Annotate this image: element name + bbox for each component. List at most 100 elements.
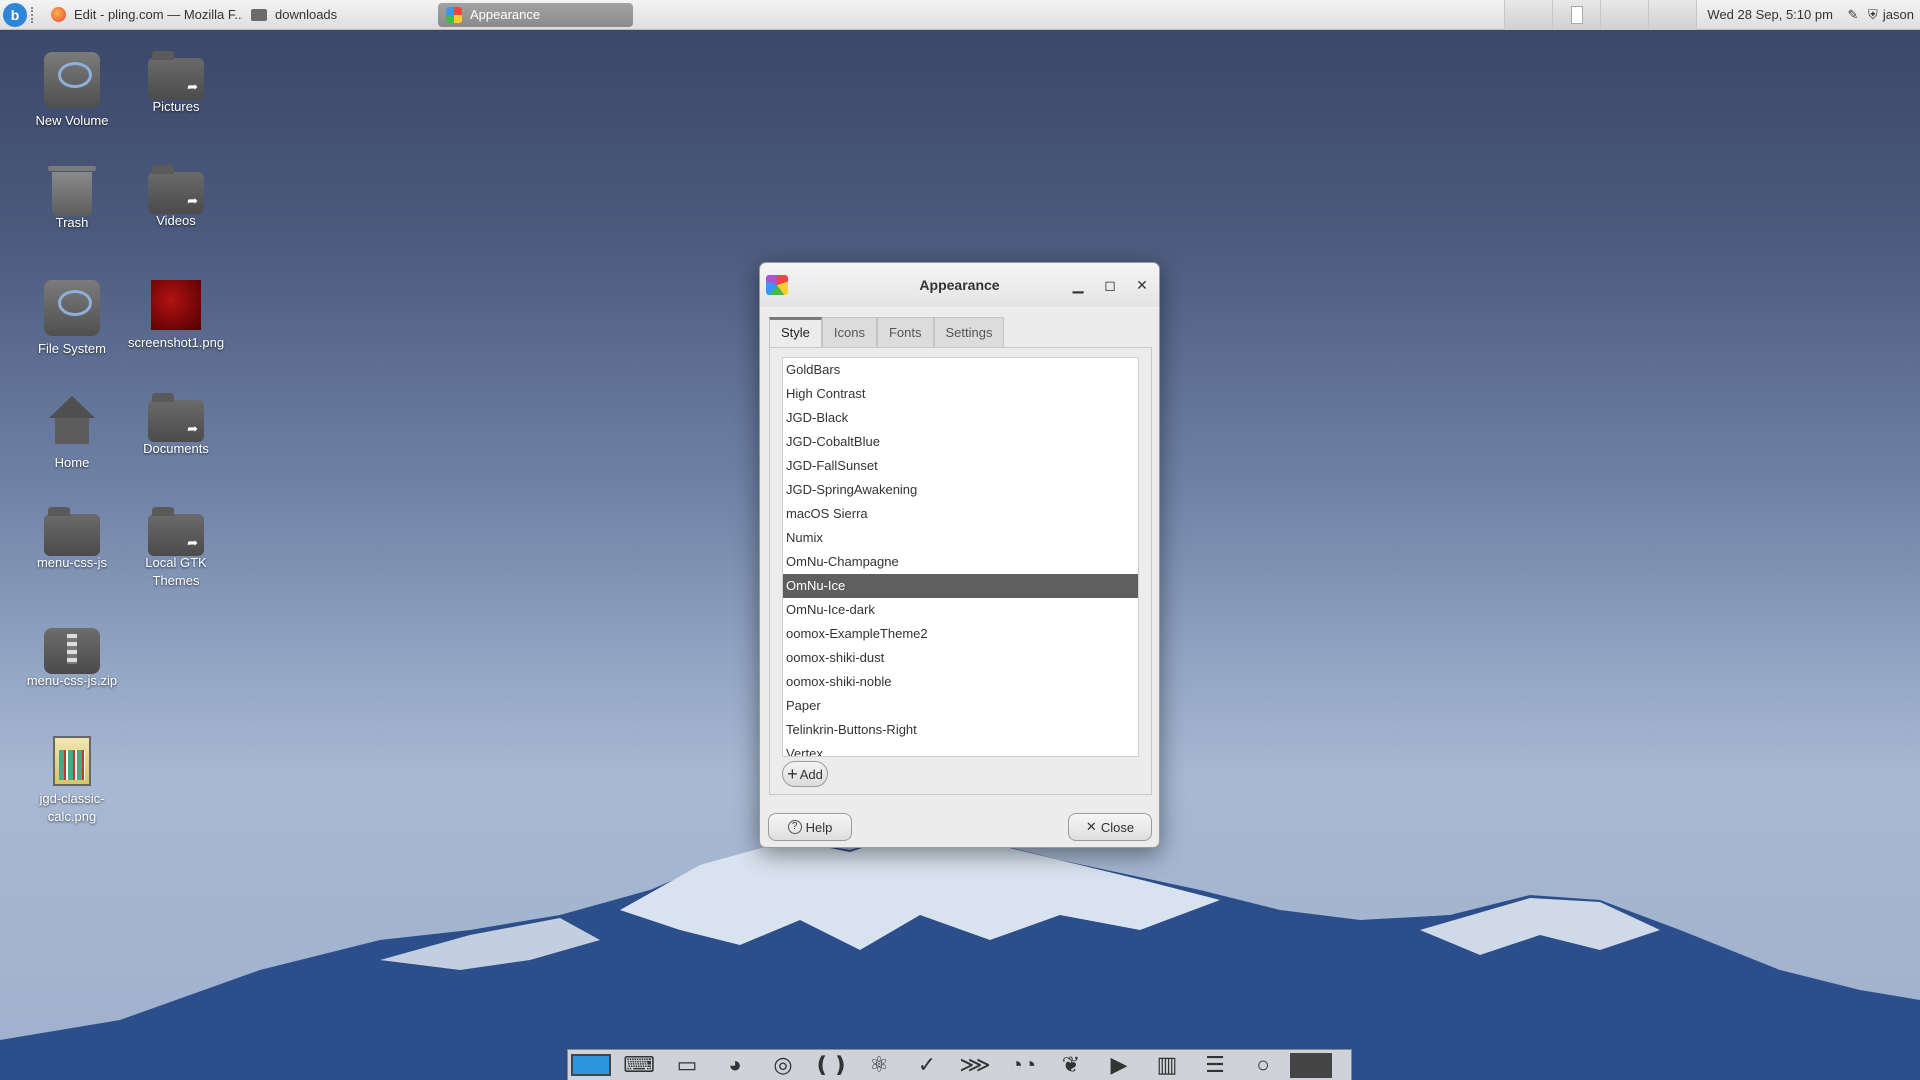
dialog-titlebar[interactable]: Appearance ▁ ◻ ✕: [760, 263, 1159, 307]
list-item[interactable]: JGD-FallSunset: [783, 454, 1138, 478]
desktop-icon-label: Videos: [156, 213, 196, 228]
trash-icon: [48, 166, 96, 216]
list-item[interactable]: GoldBars: [783, 358, 1138, 382]
list-item[interactable]: oomox-ExampleTheme2: [783, 622, 1138, 646]
tab-icons[interactable]: Icons: [821, 317, 877, 347]
archive-icon: [44, 628, 100, 674]
desktop-icon-videos[interactable]: ➦ Videos: [124, 165, 228, 230]
style-tab-panel: GoldBars High Contrast JGD-Black JGD-Cob…: [769, 347, 1152, 795]
desktop-icon-label: Trash: [55, 215, 89, 230]
desktop-icon-menu-css-js[interactable]: menu-css-js: [20, 507, 124, 572]
list-item[interactable]: oomox-shiki-dust: [783, 646, 1138, 670]
dock-eyes-icon[interactable]: ◔◔: [1002, 1052, 1044, 1079]
tab-fonts[interactable]: Fonts: [876, 317, 934, 347]
desktop-icon-local-gtk-themes[interactable]: ➦ Local GTK Themes: [124, 507, 228, 590]
clock[interactable]: Wed 28 Sep, 5:10 pm: [1696, 0, 1843, 30]
dock-screen-icon[interactable]: [1290, 1052, 1332, 1079]
dock-text-icon[interactable]: ☰: [1194, 1052, 1236, 1079]
list-item[interactable]: JGD-Black: [783, 406, 1138, 430]
list-item[interactable]: Numix: [783, 526, 1138, 550]
desktop-icon-menu-css-js-zip[interactable]: menu-css-js.zip: [20, 622, 124, 690]
close-label: Close: [1100, 819, 1135, 835]
list-item[interactable]: OmNu-Ice-dark: [783, 598, 1138, 622]
image-icon: [53, 736, 91, 786]
list-item[interactable]: JGD-SpringAwakening: [783, 478, 1138, 502]
panel-handle[interactable]: [31, 6, 37, 23]
dock-video-icon[interactable]: ▶: [1098, 1052, 1140, 1079]
folder-icon: [251, 8, 267, 21]
shield-icon[interactable]: ⛨: [1863, 7, 1883, 23]
list-item[interactable]: OmNu-Champagne: [783, 550, 1138, 574]
close-button[interactable]: ✕ Close: [1068, 813, 1152, 841]
add-theme-button[interactable]: + Add: [782, 761, 828, 787]
desktop-icon-screenshot1[interactable]: screenshot1.png: [124, 280, 228, 352]
dock-fish-icon[interactable]: ⋙: [954, 1052, 996, 1079]
desktop-icon-label: Pictures: [152, 99, 200, 114]
desktop-icon-pictures[interactable]: ➦ Pictures: [124, 51, 228, 116]
add-label: Add: [799, 766, 823, 782]
folder-link-icon: ➦: [148, 165, 204, 214]
tab-settings[interactable]: Settings: [933, 317, 1005, 347]
folder-icon: [44, 507, 100, 556]
taskbar-item-appearance[interactable]: Appearance: [438, 2, 633, 27]
wallpaper-mountain: [0, 825, 1920, 1080]
list-item[interactable]: High Contrast: [783, 382, 1138, 406]
theme-list[interactable]: GoldBars High Contrast JGD-Black JGD-Cob…: [782, 357, 1139, 757]
desktop-icon-label: screenshot1.png: [127, 335, 225, 350]
taskbar-item-label: downloads: [275, 7, 338, 22]
dock-terminal-icon[interactable]: ⌨: [618, 1052, 660, 1079]
dock-film-icon[interactable]: ▥: [1146, 1052, 1188, 1079]
list-item[interactable]: Telinkrin-Buttons-Right: [783, 718, 1138, 742]
folder-link-icon: ➦: [148, 51, 204, 100]
desktop-icon-label: Documents: [143, 441, 209, 456]
desktop-icon-label: menu-css-js: [36, 555, 108, 570]
desktop-icon-trash[interactable]: Trash: [20, 166, 124, 232]
appearance-dialog: Appearance ▁ ◻ ✕ Style Icons Fonts Setti…: [759, 262, 1160, 848]
firefox-icon: [51, 7, 66, 22]
dock-editor-icon[interactable]: ❪❫: [810, 1052, 852, 1079]
appearance-icon: [766, 275, 788, 295]
desktop-icon-label: File System: [38, 341, 106, 356]
network-icon[interactable]: ✎: [1843, 7, 1863, 23]
dock-search-icon[interactable]: ○: [1242, 1052, 1284, 1079]
tab-bar: Style Icons Fonts Settings: [769, 317, 1005, 347]
tab-style[interactable]: Style: [769, 317, 822, 347]
list-item[interactable]: JGD-CobaltBlue: [783, 430, 1138, 454]
desktop-icon-label: Local GTK Themes: [145, 555, 207, 588]
help-button[interactable]: ? Help: [768, 813, 852, 841]
taskbar-item-downloads[interactable]: downloads: [243, 3, 438, 27]
list-item[interactable]: oomox-shiki-noble: [783, 670, 1138, 694]
desktop-icon-home[interactable]: Home: [20, 394, 124, 472]
workspace-2[interactable]: [1552, 0, 1601, 30]
close-icon: ✕: [1085, 819, 1097, 834]
app-menu-icon[interactable]: b: [3, 2, 27, 27]
plus-icon: +: [787, 764, 798, 784]
list-item-selected[interactable]: OmNu-Ice: [783, 574, 1138, 598]
dock-bird-icon[interactable]: ❦: [1050, 1052, 1092, 1079]
desktop-icon-new-volume[interactable]: New Volume: [20, 52, 124, 130]
taskbar-item-label: Appearance: [470, 7, 541, 22]
dock-browser-icon[interactable]: ◎: [762, 1052, 804, 1079]
list-item[interactable]: Paper: [783, 694, 1138, 718]
user-name[interactable]: jason: [1883, 7, 1920, 22]
desktop-icon-file-system[interactable]: File System: [20, 280, 124, 358]
minimize-icon[interactable]: ▁: [1068, 275, 1088, 295]
dock-atom-icon[interactable]: ⚛: [858, 1052, 900, 1079]
dock-pen-icon[interactable]: ✓: [906, 1052, 948, 1079]
taskbar-item-firefox[interactable]: Edit - pling.com — Mozilla F...: [43, 3, 243, 27]
dock-files-icon[interactable]: ▭: [666, 1052, 708, 1079]
maximize-icon[interactable]: ◻: [1100, 275, 1120, 295]
desktop-icon-label: New Volume: [35, 113, 109, 128]
workspace-3[interactable]: [1600, 0, 1649, 30]
close-icon[interactable]: ✕: [1132, 275, 1152, 295]
dock-desktop-icon[interactable]: [570, 1052, 612, 1079]
workspace-1[interactable]: [1504, 0, 1553, 30]
appearance-icon: [446, 6, 462, 23]
list-item[interactable]: Vertex: [783, 742, 1138, 756]
workspace-4[interactable]: [1648, 0, 1697, 30]
list-item[interactable]: macOS Sierra: [783, 502, 1138, 526]
desktop-icon-jgd-classic-calc[interactable]: jgd-classic-calc.png: [20, 736, 124, 826]
drive-icon: [44, 280, 100, 336]
desktop-icon-documents[interactable]: ➦ Documents: [124, 393, 228, 458]
dock-firefox-icon[interactable]: ◕: [714, 1052, 756, 1079]
